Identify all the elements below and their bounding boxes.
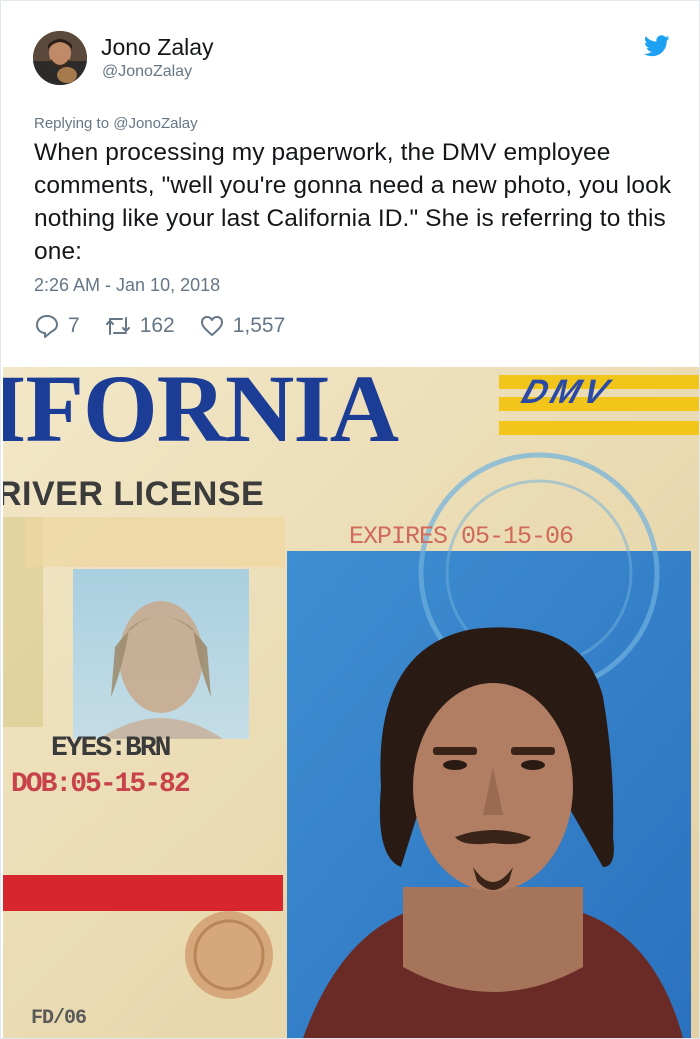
author-display-name[interactable]: Jono Zalay bbox=[101, 34, 214, 61]
reply-bubble-icon bbox=[36, 315, 58, 338]
heart-icon bbox=[200, 316, 223, 336]
license-eyes: EYES:BRN bbox=[51, 733, 171, 764]
license-dob: DOB:05-15-82 bbox=[11, 769, 191, 800]
reply-count: 7 bbox=[68, 314, 80, 337]
retweet-button[interactable]: 162 bbox=[104, 313, 175, 339]
like-button[interactable]: 1,557 bbox=[199, 313, 286, 339]
tweet-actions: 7 162 1,557 bbox=[34, 311, 309, 341]
reply-button[interactable]: 7 bbox=[34, 313, 80, 339]
dmv-logo: DMV bbox=[516, 373, 617, 411]
tweet-timestamp[interactable]: 2:26 AM - Jan 10, 2018 bbox=[34, 275, 220, 296]
avatar[interactable] bbox=[33, 31, 87, 85]
twitter-bird-icon[interactable] bbox=[643, 35, 670, 57]
license-footer-code: FD/06 bbox=[31, 1007, 87, 1030]
retweet-arrows-icon bbox=[105, 317, 130, 335]
license-state-word: IFORNIA bbox=[3, 367, 399, 462]
author-handle[interactable]: @JonoZalay bbox=[102, 63, 192, 81]
retweet-count: 162 bbox=[139, 314, 175, 337]
replying-to-label[interactable]: Replying to @JonoZalay bbox=[34, 115, 198, 132]
avatar-image bbox=[33, 31, 87, 85]
tweet-text: When processing my paperwork, the DMV em… bbox=[34, 139, 672, 265]
license-label: RIVER LICENSE bbox=[3, 475, 265, 513]
license-photo-artwork bbox=[3, 367, 699, 1038]
tweet-photo[interactable]: IFORNIA DMV RIVER LICENSE EXPIRES 05-15-… bbox=[3, 367, 699, 1038]
like-count: 1,557 bbox=[232, 314, 286, 337]
license-expires: EXPIRES 05-15-06 bbox=[349, 522, 574, 551]
tweet-card: Jono Zalay @JonoZalay Replying to @JonoZ… bbox=[0, 0, 700, 1039]
